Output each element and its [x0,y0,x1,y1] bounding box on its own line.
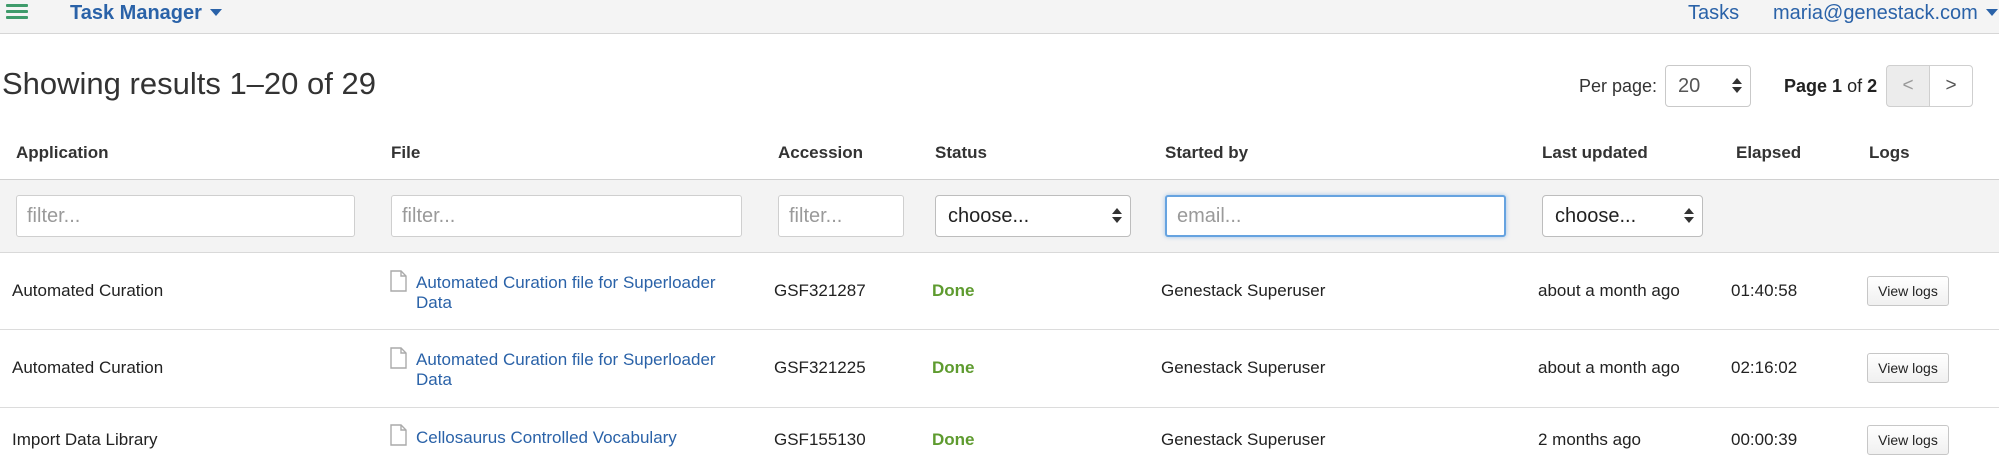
file-icon [390,424,407,446]
status-badge: Done [932,430,975,449]
elapsed-cell: 01:40:58 [1731,281,1798,300]
last-updated-cell: about a month ago [1538,281,1680,300]
chevron-down-icon [209,8,222,16]
file-filter-input[interactable] [391,195,742,237]
per-page-label: Per page: [1579,76,1658,96]
elapsed-cell: 02:16:02 [1731,358,1798,377]
last-updated-filter-value: choose... [1555,205,1637,227]
view-logs-button[interactable]: View logs [1867,353,1949,383]
accession-cell: GSF321225 [774,358,866,377]
app-name: Task Manager [70,2,202,24]
view-logs-button[interactable]: View logs [1867,276,1949,306]
page-current: 1 [1832,76,1843,96]
file-link[interactable]: Automated Curation file for Superloader … [416,273,736,313]
page-indicator: Page 1 of 2 [1784,76,1877,97]
status-badge: Done [932,358,975,377]
next-page-button[interactable]: > [1929,65,1973,107]
file-link[interactable]: Automated Curation file for Superloader … [416,350,736,390]
column-header-elapsed[interactable]: Elapsed [1736,143,1801,163]
tasks-link[interactable]: Tasks [1688,2,1739,25]
file-icon [390,347,407,369]
top-navigation-bar: Task Manager Tasks maria@genestack.com [0,0,1999,34]
status-filter-select[interactable]: choose... [935,195,1131,237]
hamburger-menu-icon[interactable] [6,4,28,22]
per-page-select[interactable]: 20 [1665,65,1751,107]
application-cell: Automated Curation [12,358,164,377]
started-by-cell: Genestack Superuser [1161,358,1326,377]
accession-cell: GSF321287 [774,281,866,300]
application-cell: Import Data Library [12,430,158,449]
column-header-started-by[interactable]: Started by [1165,143,1248,163]
elapsed-cell: 00:00:39 [1731,430,1798,449]
last-updated-cell: about a month ago [1538,358,1680,377]
page-word: Page [1784,76,1828,96]
column-header-accession[interactable]: Accession [778,143,863,163]
app-switcher-dropdown[interactable]: Task Manager [70,2,222,25]
select-arrows-icon [1684,208,1694,226]
results-summary: Showing results 1–20 of 29 [2,66,376,101]
column-header-status[interactable]: Status [935,143,987,163]
status-filter-value: choose... [948,205,1030,227]
column-header-logs: Logs [1869,143,1910,162]
row-divider [0,329,1999,330]
view-logs-button[interactable]: View logs [1867,425,1949,455]
last-updated-filter-select[interactable]: choose... [1542,195,1703,237]
file-icon [390,270,407,292]
pagination-controls: < > [1886,65,1973,107]
user-email: maria@genestack.com [1773,2,1978,24]
column-header-last-updated[interactable]: Last updated [1542,143,1648,163]
file-name-line2: Data [416,370,452,389]
status-badge: Done [932,281,975,300]
accession-cell: GSF155130 [774,430,866,449]
select-arrows-icon [1112,208,1122,226]
user-account-dropdown[interactable]: maria@genestack.com [1773,2,1998,25]
last-updated-cell: 2 months ago [1538,430,1642,449]
page-of: of [1847,76,1863,96]
row-divider [0,407,1999,408]
file-name-line1: Automated Curation file for Superloader [416,350,716,369]
chevron-down-icon [1985,8,1998,16]
started-by-filter-input[interactable] [1165,195,1506,237]
application-filter-input[interactable] [16,195,355,237]
started-by-cell: Genestack Superuser [1161,430,1326,449]
file-name-line1: Automated Curation file for Superloader [416,273,716,292]
application-cell: Automated Curation [12,281,164,300]
started-by-cell: Genestack Superuser [1161,281,1326,300]
column-header-file[interactable]: File [391,143,420,163]
file-name-line2: Data [416,293,452,312]
file-name-line1: Cellosaurus Controlled Vocabulary [416,428,677,447]
page-total: 2 [1867,76,1878,96]
per-page-value: 20 [1678,75,1701,97]
accession-filter-input[interactable] [778,195,904,237]
select-arrows-icon [1732,78,1742,96]
column-header-application[interactable]: Application [16,143,109,163]
file-link[interactable]: Cellosaurus Controlled Vocabulary [416,428,736,448]
previous-page-button[interactable]: < [1886,65,1930,107]
